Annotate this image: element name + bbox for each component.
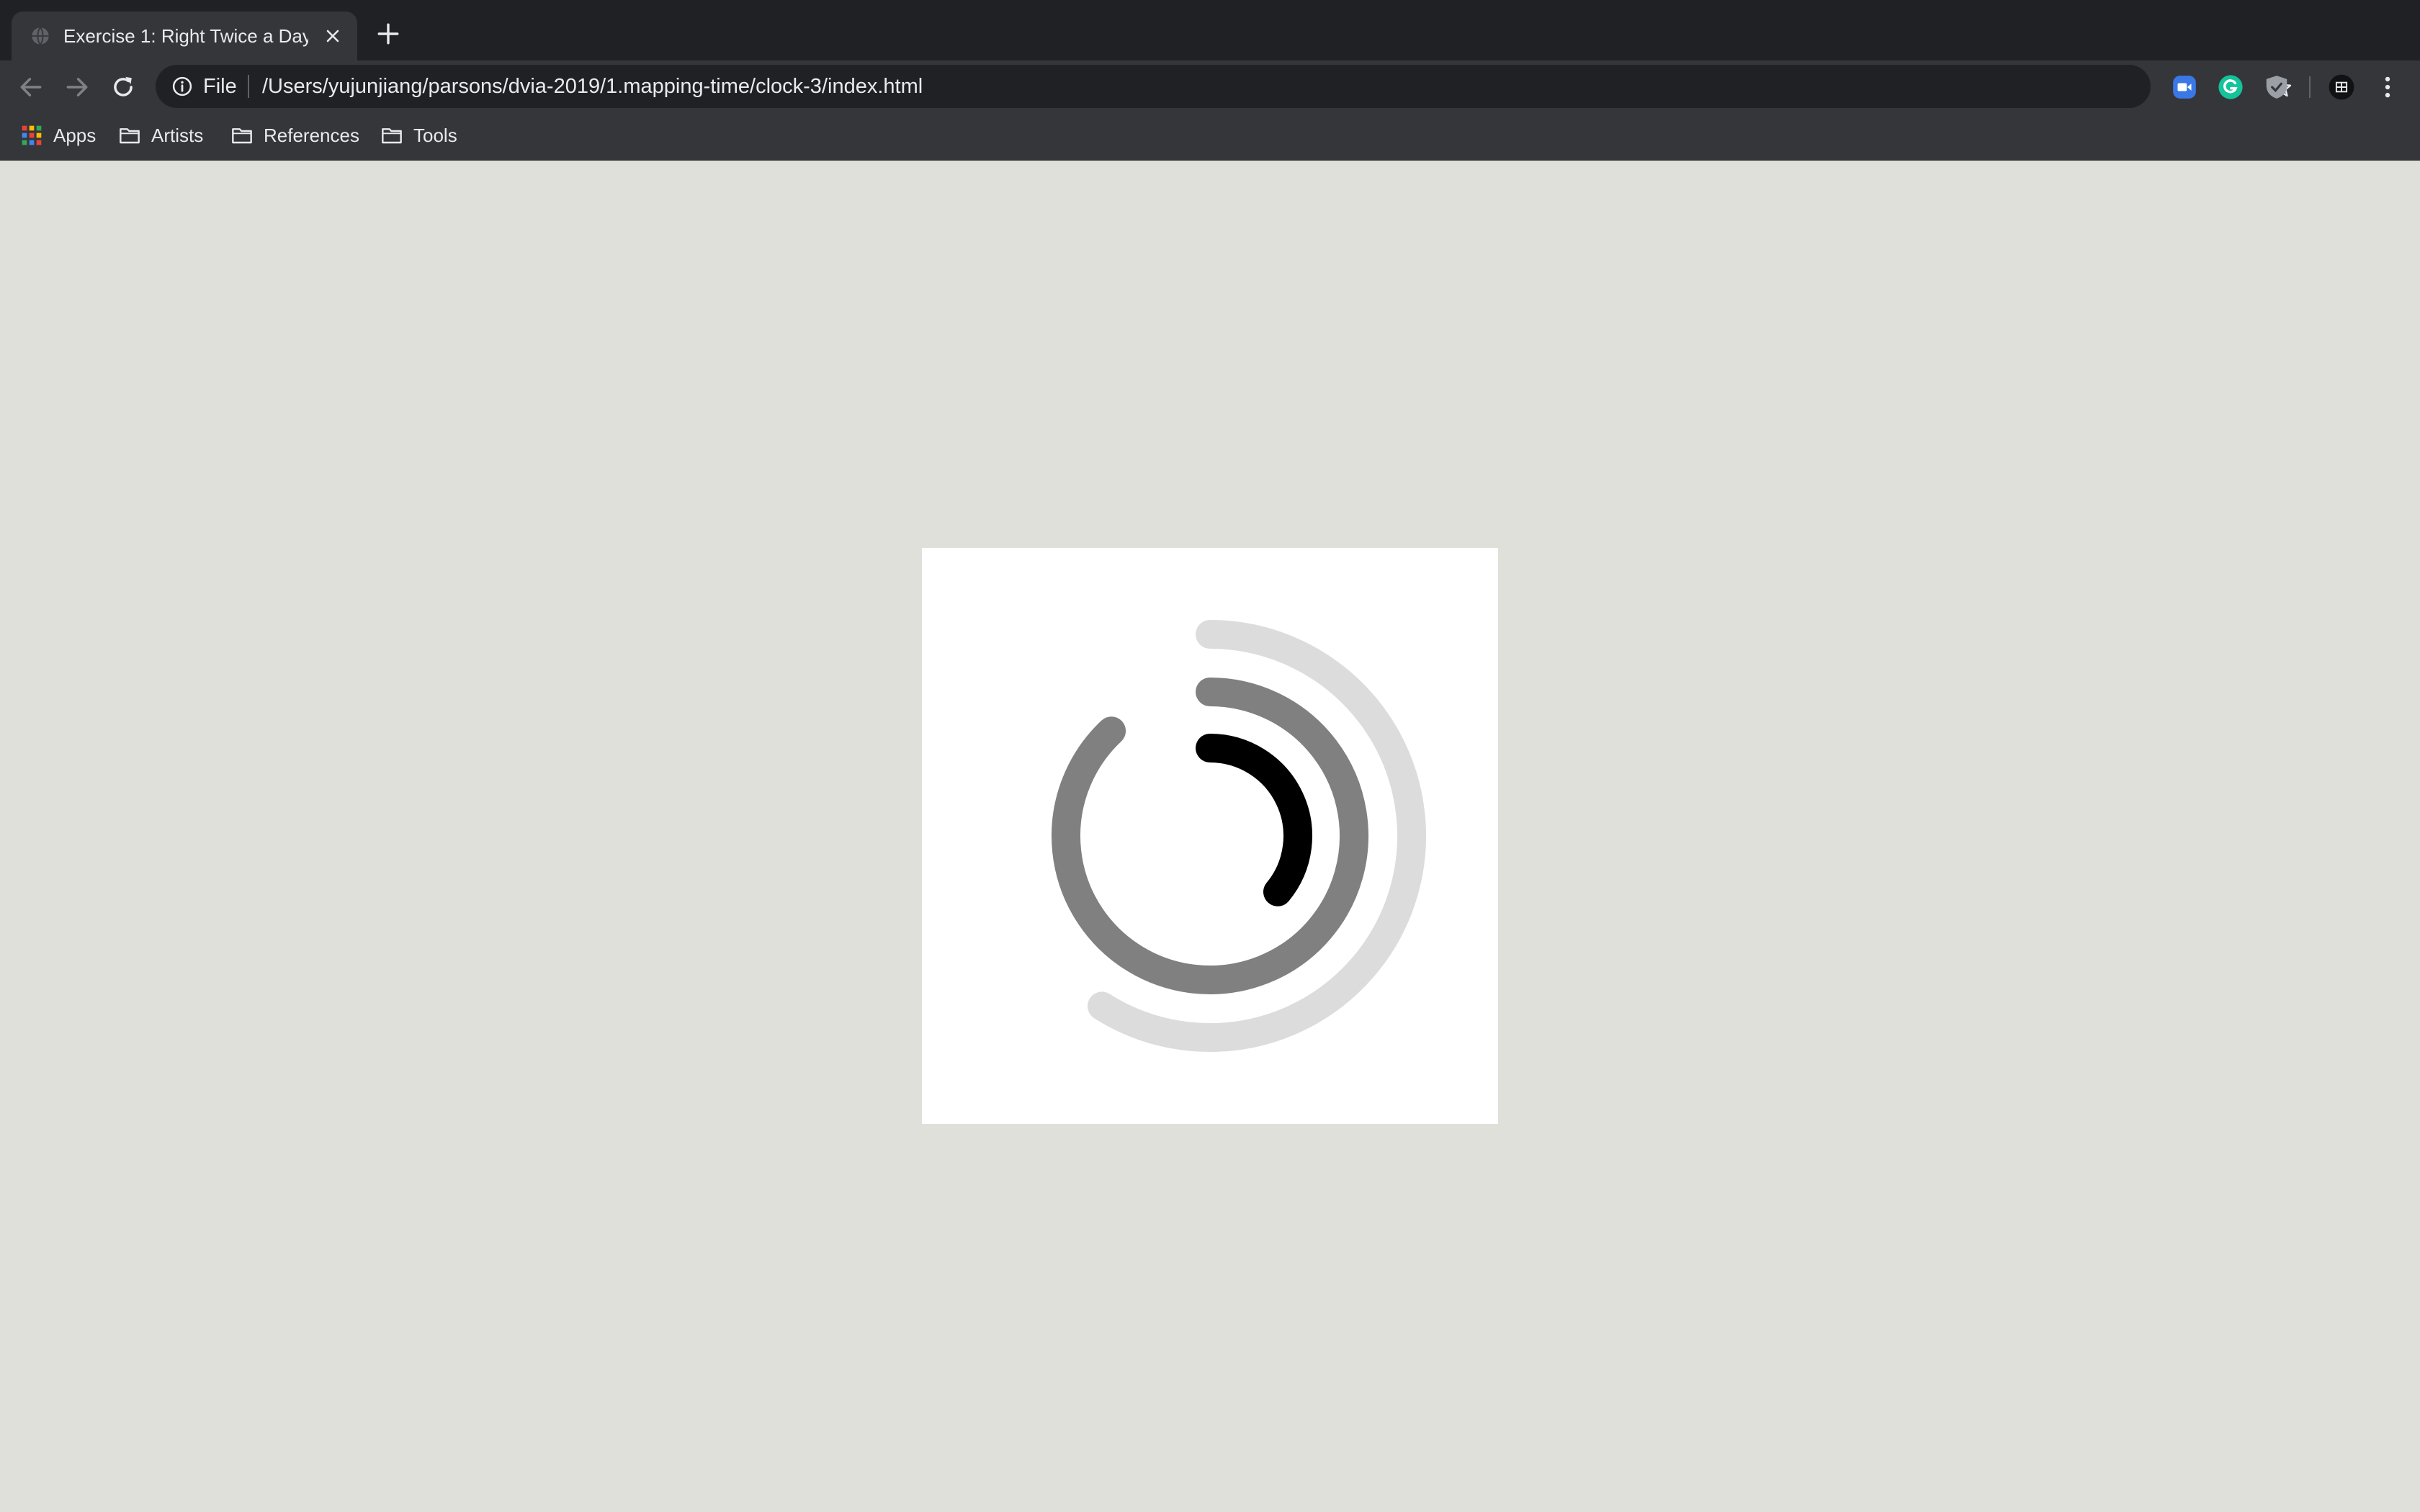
forward-arrow-icon[interactable] [63,73,91,101]
url-text[interactable]: /Users/yujunjiang/parsons/dvia-2019/1.ma… [262,74,923,99]
clock-canvas [922,548,1498,1124]
info-icon[interactable] [171,76,193,97]
folder-icon [382,128,402,144]
address-bar[interactable]: File /Users/yujunjiang/parsons/dvia-2019… [156,65,2292,108]
folder-icon [232,128,252,144]
bookmark-label: Tools [413,124,457,146]
bookmark-apps[interactable]: Apps [20,121,96,150]
grammarly-icon[interactable] [2217,73,2244,101]
globe-icon [32,27,49,45]
tab-strip: Exercise 1: Right Twice a Day [0,0,2420,60]
clock-arcs [1052,620,1426,1052]
bookmarks-bar: Apps Artists References Tools [0,114,2420,161]
omnibox-divider [248,75,249,98]
bookmark-tools[interactable]: Tools [380,121,457,150]
shield-icon[interactable] [2263,73,2290,101]
tab-title: Exercise 1: Right Twice a Day [63,25,308,47]
bookmark-artists[interactable]: Artists [118,121,203,150]
bookmark-label: References [264,124,359,146]
menu-kebab-icon[interactable] [2374,73,2401,101]
back-arrow-icon[interactable] [17,73,45,101]
bookmark-label: Artists [151,124,204,146]
reload-icon[interactable] [109,73,137,101]
close-icon[interactable] [323,26,343,46]
video-extension-icon[interactable] [2171,73,2198,101]
folder-icon [120,128,140,144]
bookmark-label: Apps [53,124,97,146]
new-tab-plus-icon[interactable] [376,22,400,46]
inner-arc [1196,734,1312,906]
active-tab[interactable]: Exercise 1: Right Twice a Day [12,12,357,60]
url-scheme-label: File [203,75,237,98]
profile-avatar-icon[interactable] [2328,73,2355,101]
bookmark-references[interactable]: References [230,121,359,150]
toolbar-divider [2309,76,2311,98]
apps-grid-icon [22,125,42,145]
toolbar: File /Users/yujunjiang/parsons/dvia-2019… [0,60,2420,114]
